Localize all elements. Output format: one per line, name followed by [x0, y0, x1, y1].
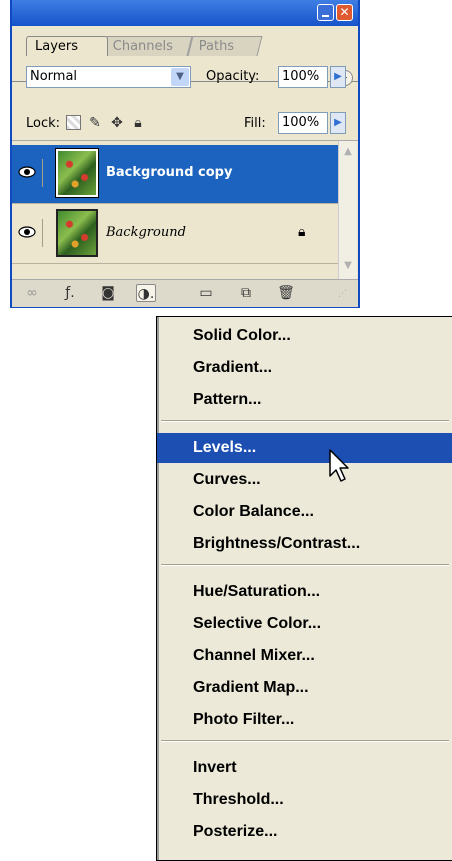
- menu-item-color-balance[interactable]: Color Balance...: [157, 497, 452, 527]
- close-button[interactable]: ✕: [336, 4, 353, 21]
- opacity-label: Opacity:: [206, 69, 260, 84]
- move-icon[interactable]: ✥: [109, 115, 125, 131]
- tab-paths-label: Paths: [198, 39, 235, 54]
- brush-icon[interactable]: ✎: [87, 115, 103, 131]
- triangle-right-icon: ▶: [334, 117, 342, 128]
- triangle-right-icon: ▶: [334, 71, 342, 82]
- menu-item-pattern[interactable]: Pattern...: [157, 385, 452, 415]
- minimize-button[interactable]: [317, 4, 334, 21]
- group-folder-icon[interactable]: ▭: [196, 284, 216, 302]
- adjustment-layer-menu: Solid Color... Gradient... Pattern... Le…: [156, 316, 452, 861]
- menu-item-levels[interactable]: Levels...: [157, 433, 452, 463]
- menu-separator: [161, 420, 449, 422]
- fill-field[interactable]: 100%: [278, 112, 328, 134]
- lock-icon[interactable]: 🔒︎: [130, 115, 146, 131]
- opacity-value: 100%: [282, 69, 320, 84]
- menu-item-gradient[interactable]: Gradient...: [157, 353, 452, 383]
- mouse-pointer-icon: [329, 449, 349, 482]
- eye-icon: [18, 166, 36, 178]
- menu-item-posterize[interactable]: Posterize...: [157, 817, 452, 847]
- menu-item-curves[interactable]: Curves...: [157, 465, 452, 495]
- menu-item-brightness-contrast[interactable]: Brightness/Contrast...: [157, 529, 452, 559]
- layer-list-scrollbar[interactable]: ▲ ▼: [338, 141, 357, 279]
- tab-channels-label: Channels: [112, 39, 173, 54]
- tab-layers-label: Layers: [35, 39, 79, 54]
- visibility-toggle[interactable]: [14, 159, 43, 187]
- fill-label: Fill:: [244, 116, 266, 131]
- tab-paths[interactable]: Paths: [187, 36, 263, 56]
- tab-channels[interactable]: Channels: [101, 36, 193, 56]
- adjustment-layer-icon[interactable]: ◑.: [136, 284, 156, 302]
- panel-tabs: Channels Paths Layers ▸: [12, 26, 358, 86]
- resize-grip-icon[interactable]: ⋰: [338, 286, 354, 302]
- blend-mode-select[interactable]: Normal ▼: [26, 66, 191, 88]
- lock-label: Lock:: [26, 116, 61, 131]
- layer-row[interactable]: Background copy: [12, 145, 338, 204]
- chevron-down-icon[interactable]: ▼: [171, 68, 189, 86]
- fill-slider-button[interactable]: ▶: [330, 112, 346, 134]
- menu-item-invert[interactable]: Invert: [157, 753, 452, 783]
- panel-title-bar[interactable]: ✕: [12, 0, 358, 26]
- layer-name: Background: [106, 225, 186, 240]
- layer-name: Background copy: [106, 165, 233, 180]
- layer-row[interactable]: Background 🔒︎: [12, 205, 338, 264]
- layers-panel: ✕ Channels Paths Layers ▸ Normal ▼ Opaci…: [10, 0, 360, 308]
- menu-item-photo-filter[interactable]: Photo Filter...: [157, 705, 452, 735]
- menu-item-solid-color[interactable]: Solid Color...: [157, 321, 452, 351]
- link-icon[interactable]: ∞: [22, 284, 42, 302]
- fill-value: 100%: [282, 115, 320, 130]
- tab-layers[interactable]: Layers: [26, 36, 108, 56]
- layer-style-icon[interactable]: ƒ.: [60, 284, 80, 302]
- scroll-up-icon[interactable]: ▲: [341, 145, 355, 159]
- opacity-slider-button[interactable]: ▶: [330, 66, 346, 88]
- menu-item-gradient-map[interactable]: Gradient Map...: [157, 673, 452, 703]
- blend-row: Normal ▼ Opacity: 100% ▶: [12, 66, 358, 96]
- lock-transparency-icon[interactable]: [66, 115, 81, 130]
- blend-mode-value: Normal: [30, 69, 78, 84]
- menu-item-threshold[interactable]: Threshold...: [157, 785, 452, 815]
- eye-icon: [18, 226, 36, 238]
- menu-separator: [161, 740, 449, 742]
- layers-toolbar: ∞ ƒ. ◙ ◑. ▭ ⧉ 🗑︎ ⋰: [12, 279, 358, 307]
- new-layer-icon[interactable]: ⧉: [236, 284, 256, 302]
- menu-item-hue-saturation[interactable]: Hue/Saturation...: [157, 577, 452, 607]
- trash-icon[interactable]: 🗑︎: [276, 284, 296, 302]
- layer-thumbnail: [55, 148, 99, 198]
- layer-mask-icon[interactable]: ◙: [98, 284, 118, 302]
- menu-separator: [161, 564, 449, 566]
- layer-list: Background copy Background 🔒︎ ▲ ▼: [12, 140, 358, 279]
- opacity-field[interactable]: 100%: [278, 66, 328, 88]
- lock-row: Lock: ✎ ✥ 🔒︎ Fill: 100% ▶: [12, 112, 358, 138]
- lock-icon: 🔒︎: [298, 224, 306, 240]
- visibility-toggle[interactable]: [14, 219, 43, 247]
- scroll-down-icon[interactable]: ▼: [341, 259, 355, 273]
- menu-item-channel-mixer[interactable]: Channel Mixer...: [157, 641, 452, 671]
- layer-thumbnail: [56, 209, 98, 257]
- menu-item-selective-color[interactable]: Selective Color...: [157, 609, 452, 639]
